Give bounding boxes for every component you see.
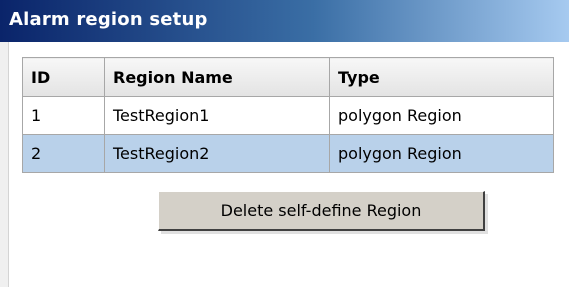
- window-left-edge: [0, 42, 9, 287]
- cell-region-name[interactable]: TestRegion2: [104, 134, 330, 173]
- column-header-type[interactable]: Type: [329, 57, 554, 97]
- table-row-selected[interactable]: 2 TestRegion2 polygon Region: [22, 134, 554, 173]
- context-menu: Delete self-define Region: [158, 191, 485, 231]
- column-header-id[interactable]: ID: [22, 57, 105, 97]
- cell-id[interactable]: 1: [22, 96, 105, 135]
- cell-region-name[interactable]: TestRegion1: [104, 96, 330, 135]
- column-header-region-name[interactable]: Region Name: [104, 57, 330, 97]
- titlebar[interactable]: Alarm region setup: [0, 0, 569, 42]
- cell-type[interactable]: polygon Region: [329, 134, 554, 173]
- alarm-region-setup-window: Alarm region setup ID Region Name Type 1…: [0, 0, 569, 287]
- cell-type[interactable]: polygon Region: [329, 96, 554, 135]
- window-title: Alarm region setup: [9, 9, 208, 30]
- menu-item-delete-self-define-region[interactable]: Delete self-define Region: [159, 192, 483, 229]
- table-header-row: ID Region Name Type: [22, 57, 554, 97]
- cell-id[interactable]: 2: [22, 134, 105, 173]
- client-area: ID Region Name Type 1 TestRegion1 polygo…: [9, 42, 569, 287]
- region-table: ID Region Name Type 1 TestRegion1 polygo…: [22, 57, 554, 173]
- table-row[interactable]: 1 TestRegion1 polygon Region: [22, 96, 554, 135]
